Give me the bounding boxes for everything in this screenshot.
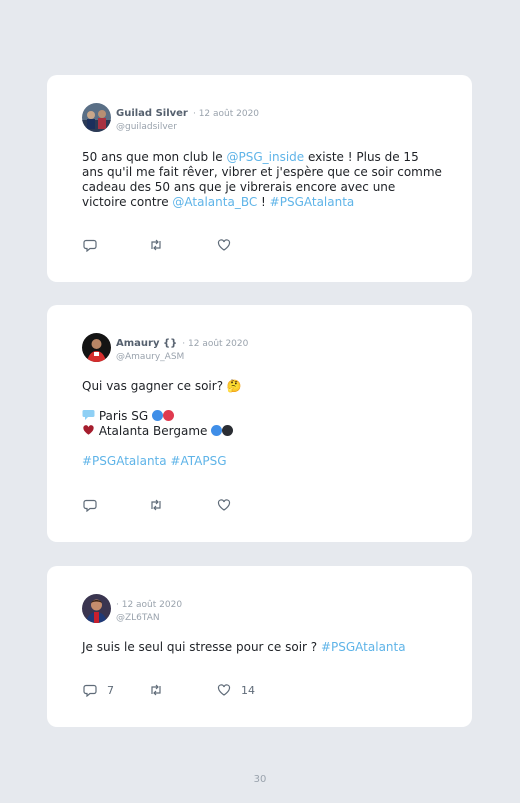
author-handle[interactable]: @Amaury_ASM <box>116 351 248 364</box>
poll-question: Qui vas gagner ce soir? 🤔 <box>82 379 242 393</box>
mention-link[interactable]: @PSG_inside <box>226 150 304 164</box>
author-name[interactable]: Guilad Silver <box>116 108 188 119</box>
reply-button[interactable] <box>83 498 97 512</box>
avatar[interactable] <box>82 333 111 362</box>
retweet-icon <box>151 684 161 696</box>
retweet-button[interactable] <box>149 498 163 512</box>
reply-button[interactable] <box>83 238 97 252</box>
tweet-date[interactable]: · 12 août 2020 <box>182 339 248 349</box>
retweet-icon <box>151 239 161 251</box>
like-icon <box>217 684 231 696</box>
reply-count: 7 <box>107 683 114 697</box>
tweet-text: Je suis le seul qui stresse pour ce soir… <box>82 640 442 655</box>
retweet-button[interactable] <box>149 683 163 697</box>
reply-icon <box>83 684 97 697</box>
blue-circle-icon <box>151 410 163 421</box>
tweet-card-amaury: Amaury {} · 12 août 2020 @Amaury_ASM Qui… <box>47 305 472 542</box>
tweet-date[interactable]: · 12 août 2020 <box>193 109 259 119</box>
avatar[interactable] <box>82 103 111 132</box>
tweet-text: 50 ans que mon club le @PSG_inside exist… <box>82 150 442 210</box>
page-number: 30 <box>253 774 267 785</box>
poll-option-psg: Paris SG <box>82 409 442 424</box>
tweet-card-zl6tan: · 12 août 2020 @ZL6TAN Je suis le seul q… <box>47 566 472 727</box>
reply-icon <box>83 239 97 252</box>
author-handle[interactable]: @guiladsilver <box>116 121 259 134</box>
black-circle-icon <box>222 425 234 436</box>
hashtag-link[interactable]: #PSGAtalanta #ATAPSG <box>82 454 442 469</box>
retweet-icon <box>151 499 161 511</box>
text-segment: Je suis le seul qui stresse pour ce soir… <box>82 640 321 654</box>
mention-link[interactable]: @Atalanta_BC <box>172 195 257 209</box>
poll-option-atalanta: Atalanta Bergame <box>82 424 442 439</box>
like-button[interactable] <box>217 238 231 252</box>
like-button[interactable] <box>217 498 231 512</box>
heart-icon <box>83 425 94 435</box>
reply-icon <box>83 499 97 512</box>
tweet-date[interactable]: · 12 août 2020 <box>116 600 182 610</box>
tweet-actions: 7 14 <box>83 683 283 697</box>
speech-bubble-icon <box>82 410 95 420</box>
author-handle[interactable]: @ZL6TAN <box>116 612 182 625</box>
text-segment: 50 ans que mon club le <box>82 150 227 164</box>
like-button[interactable]: 14 <box>217 683 255 697</box>
tweet-actions <box>83 498 283 512</box>
tweet-card-guilad: Guilad Silver · 12 août 2020 @guiladsilv… <box>47 75 472 282</box>
author-name[interactable]: Amaury {} <box>116 338 177 349</box>
blue-circle-icon <box>211 425 223 436</box>
like-icon <box>217 239 231 251</box>
hashtag-link[interactable]: #PSGAtalanta <box>270 195 355 209</box>
like-icon <box>217 499 231 511</box>
option-label: Atalanta Bergame <box>98 424 208 438</box>
hashtag-link[interactable]: #PSGAtalanta <box>321 640 406 654</box>
reply-button[interactable]: 7 <box>83 683 114 697</box>
text-segment: ! <box>257 195 270 209</box>
avatar[interactable] <box>82 594 111 623</box>
option-label: Paris SG <box>98 409 149 423</box>
retweet-button[interactable] <box>149 238 163 252</box>
red-circle-icon <box>162 410 174 421</box>
tweet-text: Qui vas gagner ce soir? 🤔 Paris SG Atala… <box>82 379 442 469</box>
like-count: 14 <box>241 683 255 697</box>
tweet-actions <box>83 238 283 252</box>
